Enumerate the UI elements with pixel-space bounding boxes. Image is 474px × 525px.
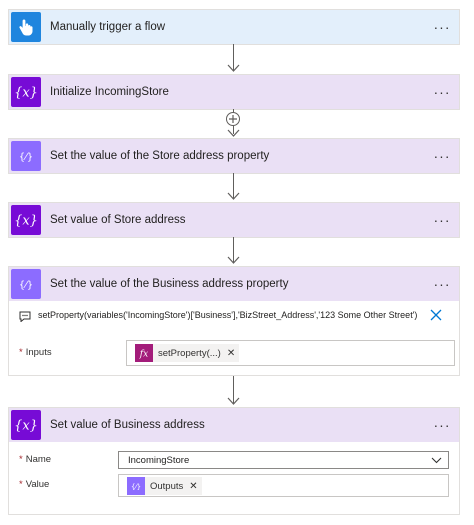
plus-icon <box>229 115 237 123</box>
set-business-address-header[interactable]: {x} Set value of Business address ··· <box>9 408 459 442</box>
svg-text:{⁄}: {⁄} <box>131 483 141 491</box>
remove-token-icon[interactable]: ✕ <box>227 348 235 359</box>
arrow-down-icon <box>227 64 240 72</box>
set-store-property-header[interactable]: {⁄} Set the value of the Store address p… <box>9 139 459 173</box>
required-marker: * <box>19 347 23 358</box>
step-title: Set value of Store address <box>50 214 186 226</box>
value-field[interactable]: {⁄} Outputs ✕ <box>118 474 449 497</box>
arrow-down-icon <box>227 256 240 264</box>
arrow-down-icon <box>227 129 240 137</box>
set-business-property-header[interactable]: {⁄} Set the value of the Business addres… <box>9 267 459 301</box>
required-marker: * <box>19 454 23 465</box>
step-title: Set value of Business address <box>50 419 205 431</box>
inputs-label: * Inputs <box>19 347 52 358</box>
svg-text:fx: fx <box>139 350 148 360</box>
value-label-text: Value <box>25 479 50 490</box>
insert-step-button[interactable] <box>226 112 240 126</box>
trigger-header[interactable]: Manually trigger a flow ··· <box>9 10 459 44</box>
svg-text:{x}: {x} <box>15 214 37 229</box>
expression-row: setProperty(variables('IncomingStore')['… <box>9 301 459 331</box>
svg-text:{x}: {x} <box>15 419 37 434</box>
name-label: * Name <box>19 454 51 465</box>
inputs-field[interactable]: fx setProperty(...) ✕ <box>126 340 455 366</box>
hand-pointer-icon <box>11 12 41 42</box>
set-store-address-header[interactable]: {x} Set value of Store address ··· <box>9 203 459 237</box>
data-operation-icon: {⁄} <box>127 477 145 495</box>
more-options-button[interactable]: ··· <box>425 213 459 227</box>
chevron-down-icon[interactable] <box>431 457 442 464</box>
step-title: Set the value of the Business address pr… <box>50 278 289 290</box>
token-label: Outputs <box>150 480 184 492</box>
arrow-down-icon <box>227 192 240 200</box>
arrow-down-icon <box>227 397 240 405</box>
expression-token[interactable]: fx setProperty(...) ✕ <box>135 344 240 362</box>
set-business-address-card[interactable]: {x} Set value of Business address ··· * N… <box>8 407 460 515</box>
svg-text:{⁄}: {⁄} <box>19 152 33 163</box>
more-options-button[interactable]: ··· <box>425 85 459 99</box>
data-operation-icon: {⁄} <box>11 141 41 171</box>
more-options-button[interactable]: ··· <box>425 418 459 432</box>
svg-text:{⁄}: {⁄} <box>19 280 33 291</box>
more-options-button[interactable]: ··· <box>425 20 459 34</box>
name-label-text: Name <box>25 454 52 465</box>
comment-icon <box>19 311 31 322</box>
set-store-address-card[interactable]: {x} Set value of Store address ··· <box>8 202 460 238</box>
name-dropdown-value: IncomingStore <box>128 455 190 466</box>
initialize-variable-card[interactable]: {x} Initialize IncomingStore ··· <box>8 74 460 110</box>
set-store-property-card[interactable]: {⁄} Set the value of the Store address p… <box>8 138 460 174</box>
step-title: Set the value of the Store address prope… <box>50 150 270 162</box>
more-options-button[interactable]: ··· <box>425 277 459 291</box>
value-label: * Value <box>19 479 49 490</box>
function-icon: fx <box>135 344 153 362</box>
variable-icon: {x} <box>11 77 41 107</box>
variable-icon: {x} <box>11 205 41 235</box>
token-label: setProperty(...) <box>158 347 221 359</box>
name-dropdown[interactable]: IncomingStore <box>118 451 449 469</box>
step-title: Initialize IncomingStore <box>50 86 169 98</box>
trigger-card[interactable]: Manually trigger a flow ··· <box>8 9 460 45</box>
more-options-button[interactable]: ··· <box>425 149 459 163</box>
initialize-variable-header[interactable]: {x} Initialize IncomingStore ··· <box>9 75 459 109</box>
inputs-label-text: Inputs <box>25 347 52 358</box>
outputs-token[interactable]: {⁄} Outputs ✕ <box>127 477 202 495</box>
expression-text[interactable]: setProperty(variables('IncomingStore')['… <box>38 310 417 320</box>
required-marker: * <box>19 479 23 490</box>
close-icon[interactable] <box>430 309 442 321</box>
step-title: Manually trigger a flow <box>50 21 166 33</box>
data-operation-icon: {⁄} <box>11 269 41 299</box>
svg-text:{x}: {x} <box>15 86 37 101</box>
remove-token-icon[interactable]: ✕ <box>189 481 197 492</box>
variable-icon: {x} <box>11 410 41 440</box>
set-business-property-card[interactable]: {⁄} Set the value of the Business addres… <box>8 266 460 376</box>
